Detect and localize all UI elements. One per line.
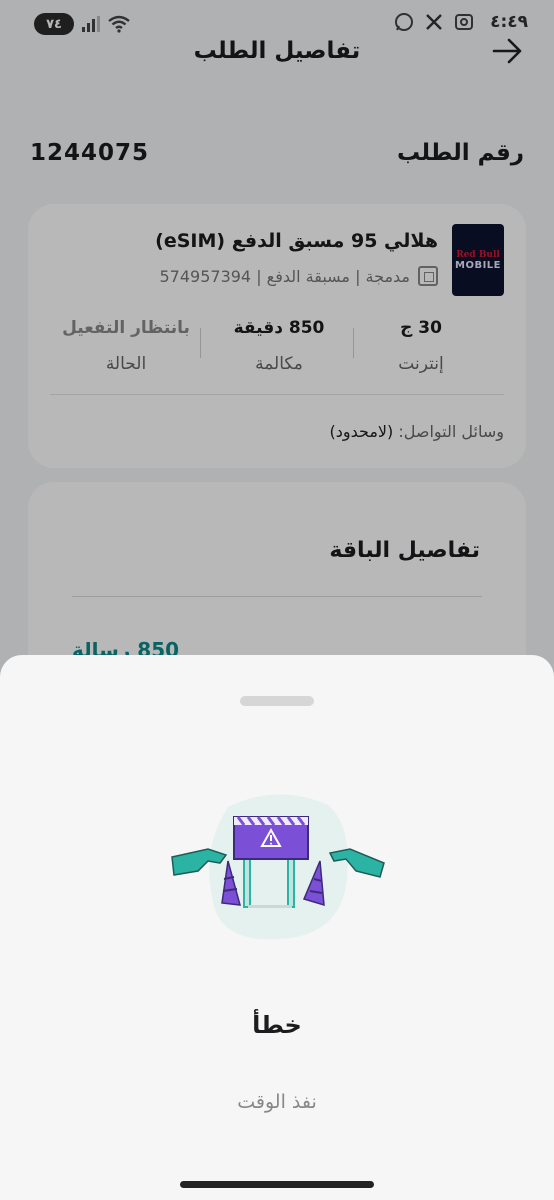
under-construction-illustration xyxy=(171,794,385,940)
sheet-drag-handle[interactable] xyxy=(240,696,314,706)
error-message: نفذ الوقت xyxy=(237,1091,317,1113)
error-bottom-sheet: خطأ نفذ الوقت xyxy=(0,655,554,1200)
home-indicator[interactable] xyxy=(180,1181,374,1188)
error-title: خطأ xyxy=(252,1011,302,1039)
